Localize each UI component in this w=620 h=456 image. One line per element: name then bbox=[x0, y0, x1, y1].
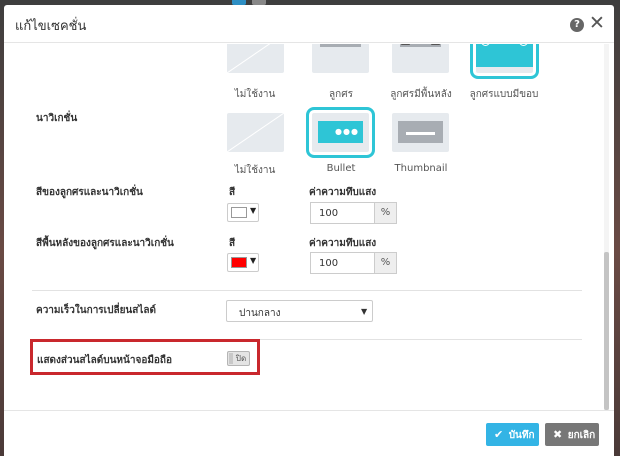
color-swatch bbox=[231, 207, 247, 218]
arrow-style-border-label: ลูกศรแบบมีขอบ bbox=[469, 89, 539, 100]
arrow-nav-opacity-input[interactable]: 100 bbox=[310, 202, 374, 224]
color-label: สี bbox=[229, 238, 236, 249]
close-icon[interactable]: ✕ bbox=[589, 13, 605, 33]
arrow-style-none-option[interactable] bbox=[227, 44, 284, 73]
arrow-style-border-option[interactable]: ‹ › bbox=[470, 44, 539, 79]
edit-section-dialog: แก้ไขเซคชั่น ? ✕ ‹ › ‹ › ‹ › ไม่ใช้งาน ล… bbox=[4, 5, 614, 456]
opacity-label: ค่าความทึบแสง bbox=[309, 238, 377, 249]
navigation-thumbnail-label: Thumbnail bbox=[394, 163, 448, 174]
percent-addon: % bbox=[374, 252, 397, 274]
dialog-header: แก้ไขเซคชั่น ? ✕ bbox=[4, 5, 614, 43]
cancel-button[interactable]: ✖ ยกเลิก bbox=[545, 423, 599, 446]
opacity-label: ค่าความทึบแสง bbox=[309, 187, 377, 198]
navigation-bullet-label: Bullet bbox=[326, 163, 356, 174]
caret-down-icon: ▼ bbox=[361, 307, 368, 316]
bullet-dots-icon: ●●● bbox=[335, 127, 359, 136]
arrow-style-bg-option[interactable]: ‹ › bbox=[392, 44, 449, 73]
navigation-label: นาวิเกชั่น bbox=[36, 113, 78, 124]
transition-speed-select[interactable]: ปานกลาง ▼ bbox=[226, 300, 373, 322]
toggle-grip bbox=[229, 353, 233, 364]
arrow-right-icon: › bbox=[431, 44, 440, 45]
arrow-nav-color-picker[interactable]: ▼ bbox=[227, 203, 259, 222]
section-divider bbox=[32, 290, 582, 291]
arrow-style-bg-label: ลูกศรมีพื้นหลัง bbox=[390, 89, 452, 100]
caret-down-icon: ▼ bbox=[250, 206, 257, 215]
save-button-label: บันทึก bbox=[508, 430, 535, 441]
navigation-thumbnail-option[interactable] bbox=[392, 113, 449, 152]
color-swatch bbox=[231, 257, 247, 268]
no-style-icon bbox=[227, 113, 284, 152]
arrow-style-arrow-label: ลูกศร bbox=[329, 89, 353, 100]
color-label: สี bbox=[229, 187, 236, 198]
check-icon: ✔ bbox=[494, 428, 504, 441]
arrow-nav-bg-color-label: สีพื้นหลังของลูกศรและนาวิเกชั่น bbox=[36, 238, 174, 249]
caret-down-icon: ▼ bbox=[250, 256, 257, 265]
dialog-body: ‹ › ‹ › ‹ › ไม่ใช้งาน ลูกศร ลูกศรมีพื้นห… bbox=[4, 44, 614, 410]
dialog-title: แก้ไขเซคชั่น bbox=[15, 19, 87, 34]
percent-addon: % bbox=[374, 202, 397, 224]
navigation-bullet-option[interactable]: ●●● bbox=[306, 107, 375, 158]
scrollbar-thumb[interactable] bbox=[604, 252, 609, 410]
cancel-button-label: ยกเลิก bbox=[567, 430, 596, 441]
navigation-none-label: ไม่ใช้งาน bbox=[234, 165, 276, 176]
navigation-none-option[interactable] bbox=[227, 113, 284, 152]
slide-preview bbox=[476, 44, 533, 67]
arrow-style-none-label: ไม่ใช้งาน bbox=[234, 89, 276, 100]
toggle-text: ปิด bbox=[235, 354, 247, 363]
x-icon: ✖ bbox=[553, 428, 563, 441]
arrow-nav-bg-opacity-input[interactable]: 100 bbox=[310, 252, 374, 274]
arrow-nav-bg-color-picker[interactable]: ▼ bbox=[227, 253, 259, 272]
question-circle-icon[interactable]: ? bbox=[570, 18, 584, 32]
transition-speed-label: ความเร็วในการเปลี่ยนสไลด์ bbox=[36, 305, 157, 316]
mobile-display-label: แสดงส่วนสไลด์บนหน้าจอมือถือ bbox=[37, 355, 172, 366]
arrow-style-arrow-option[interactable]: ‹ › bbox=[312, 44, 369, 73]
transition-speed-value: ปานกลาง bbox=[239, 308, 281, 319]
mobile-display-toggle[interactable]: ปิด bbox=[227, 351, 250, 366]
no-style-icon bbox=[227, 44, 271, 73]
dialog-footer: ✔ บันทึก ✖ ยกเลิก bbox=[4, 410, 614, 456]
save-button[interactable]: ✔ บันทึก bbox=[486, 423, 539, 446]
arrow-left-icon: ‹ bbox=[401, 44, 410, 45]
thumbnail-strip-icon bbox=[406, 132, 435, 135]
arrow-nav-color-label: สีของลูกศรและนาวิเกชั่น bbox=[36, 187, 143, 198]
